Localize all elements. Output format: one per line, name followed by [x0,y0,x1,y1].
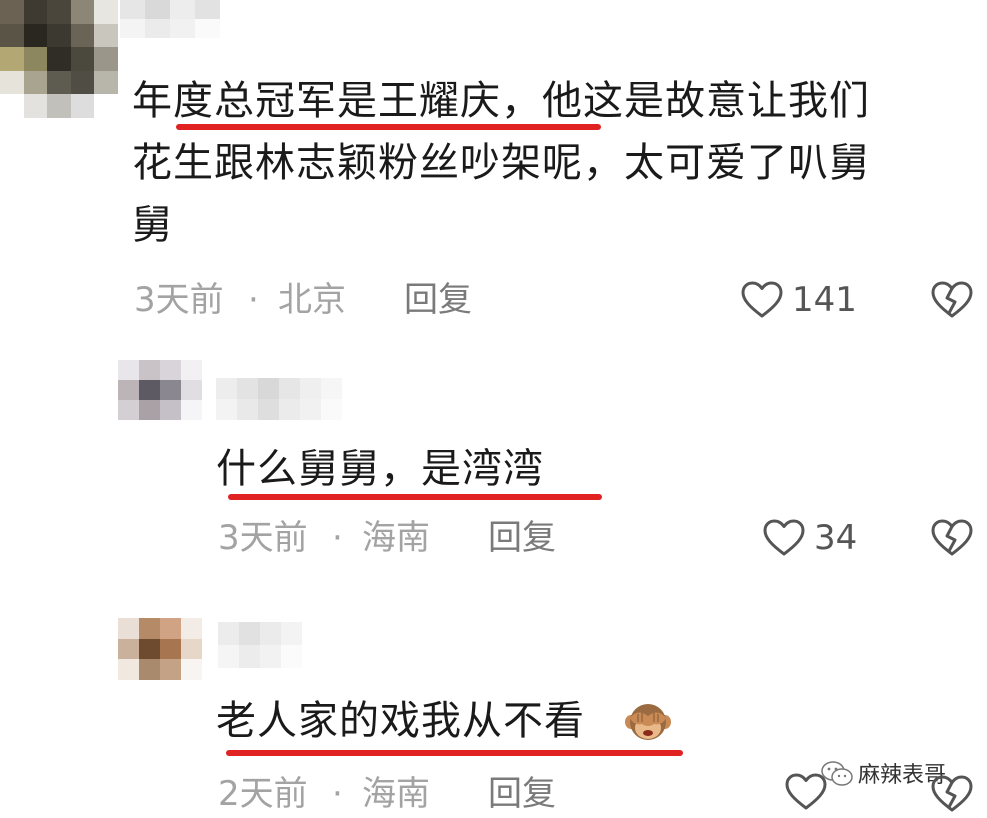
comment-time: 3天前 [134,280,224,320]
username[interactable] [120,0,220,38]
like-count: 34 [814,518,858,558]
meta-separator: · [248,280,259,320]
comment-location: 海南 [362,518,430,558]
heart-icon[interactable] [740,280,784,320]
red-underline [228,494,602,500]
red-underline [226,750,683,756]
comment-text-line: 花生跟林志颖粉丝吵架呢，太可爱了叭舅 [132,140,870,186]
see-no-evil-monkey-icon [624,700,672,746]
meta-separator: · [332,774,343,814]
username[interactable] [216,378,342,420]
avatar[interactable] [0,0,118,118]
broken-heart-icon[interactable] [930,774,974,814]
meta-separator: · [332,518,343,558]
comment-location: 海南 [362,774,430,814]
username[interactable] [218,622,302,668]
reply-button[interactable]: 回复 [404,280,472,320]
comment-location: 北京 [278,280,346,320]
heart-icon[interactable] [762,518,806,558]
comment-time: 3天前 [218,518,308,558]
comment-text-line: 什么舅舅，是湾湾 [216,446,544,492]
comment-text-line: 老人家的戏我从不看 [216,698,585,744]
comment-text-line: 舅 [132,202,173,248]
comment-text-line: 年度总冠军是王耀庆，他这是故意让我们 [132,78,870,124]
wechat-icon [820,760,854,788]
red-underline [176,124,601,130]
broken-heart-icon[interactable] [930,280,974,320]
broken-heart-icon[interactable] [930,518,974,558]
reply-button[interactable]: 回复 [488,518,556,558]
comment-time: 2天前 [218,774,308,814]
avatar[interactable] [118,618,202,680]
reply-button[interactable]: 回复 [488,774,556,814]
like-count: 141 [792,280,857,320]
avatar[interactable] [118,360,202,420]
